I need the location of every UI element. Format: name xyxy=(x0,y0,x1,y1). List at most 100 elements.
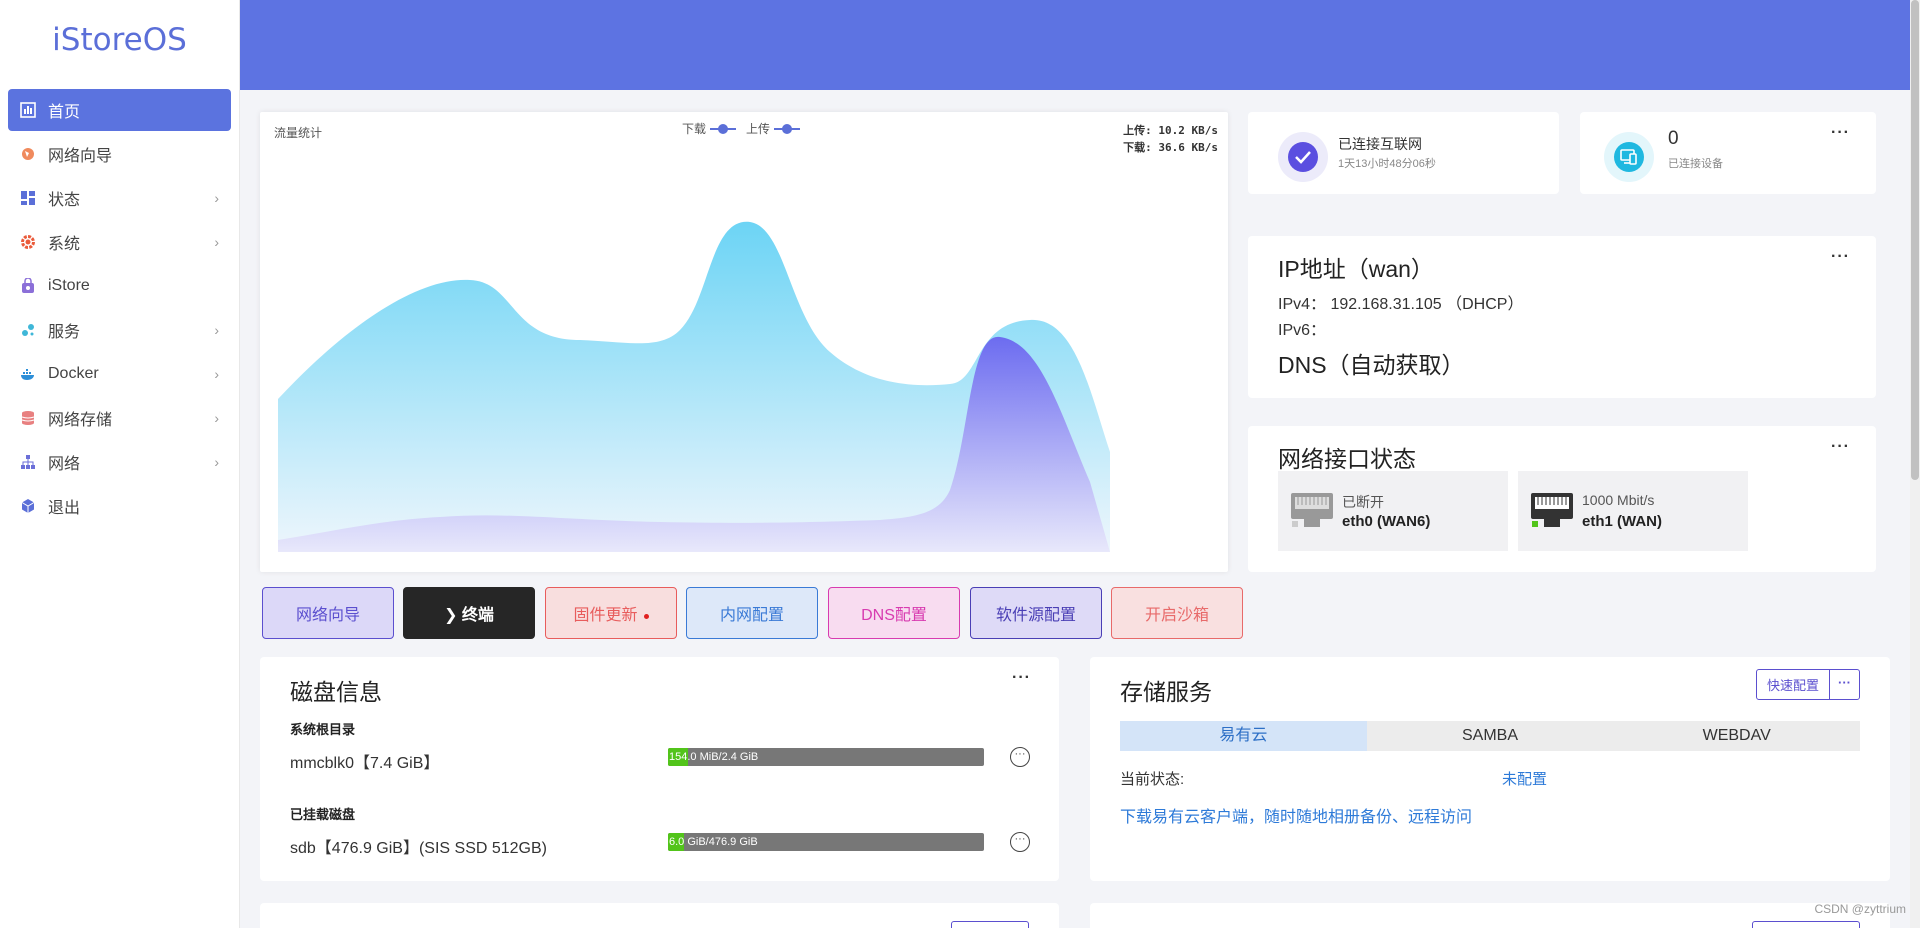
connected-icon xyxy=(1278,132,1328,182)
tab-samba[interactable]: SAMBA xyxy=(1367,721,1614,751)
firmware-update-label: 固件更新 xyxy=(573,607,638,624)
chevron-right-icon: › xyxy=(214,454,219,470)
port-eth1[interactable]: 1000 Mbit/s eth1 (WAN) xyxy=(1518,471,1748,551)
header-banner xyxy=(240,0,1910,90)
tab-yiyouyun[interactable]: 易有云 xyxy=(1120,721,1367,751)
globe-icon xyxy=(20,146,36,162)
sidebar-item-home[interactable]: 首页 xyxy=(8,89,231,131)
device-count: 0 xyxy=(1668,128,1679,149)
legend-swatch xyxy=(774,123,801,134)
root-action-button[interactable]: ··· xyxy=(1010,747,1030,767)
sidebar-item-system[interactable]: 系统 › xyxy=(8,221,231,263)
device-label: 已连接设备 xyxy=(1668,158,1723,170)
sidebar-item-services[interactable]: 服务 › xyxy=(8,309,231,351)
network-icon xyxy=(20,454,36,470)
root-usage-bar: 154.0 MiB/2.4 GiB xyxy=(668,748,984,766)
wizard-button[interactable]: 网络向导 xyxy=(262,587,394,639)
sidebar-item-label: 首页 xyxy=(48,104,81,121)
devices-card: 0 已连接设备 ··· xyxy=(1580,112,1876,194)
bottom-left-button[interactable] xyxy=(951,921,1029,928)
chevron-right-icon: › xyxy=(214,234,219,250)
software-source-button[interactable]: 软件源配置 xyxy=(970,587,1102,639)
sidebar-item-label: 服务 xyxy=(48,324,81,341)
sidebar-item-label: 状态 xyxy=(48,192,81,209)
mounted-disk-name: sdb【476.9 GiB】(SIS SSD 512GB) xyxy=(290,840,548,857)
disk-info-card: 磁盘信息 ··· 系统根目录 mmcblk0【7.4 GiB】 154.0 Mi… xyxy=(260,657,1059,881)
port-status: 1000 Mbit/s xyxy=(1582,492,1655,508)
download-rate: 下载: 36.6 KB/s xyxy=(1123,141,1218,154)
sidebar-menu: 首页 网络向导 状态 › 系统 › iStore 服务 › Docker › 网… xyxy=(0,80,239,538)
bottom-right-button[interactable] xyxy=(1752,921,1860,928)
disk-title: 磁盘信息 xyxy=(290,679,382,705)
sandbox-button[interactable]: 开启沙箱 xyxy=(1111,587,1243,639)
storage-service-card: 存储服务 快速配置 ··· 易有云 SAMBA WEBDAV 当前状态: 未配置… xyxy=(1090,657,1890,881)
page-scrollbar[interactable] xyxy=(1910,0,1920,928)
sidebar-item-docker[interactable]: Docker › xyxy=(8,353,231,395)
store-icon xyxy=(20,278,36,294)
storage-more-button[interactable]: ··· xyxy=(1830,670,1859,699)
dns-config-button[interactable]: DNS配置 xyxy=(828,587,960,639)
port-name: eth1 (WAN) xyxy=(1582,513,1662,530)
legend-swatch xyxy=(710,123,737,134)
sidebar-item-label: 网络向导 xyxy=(48,148,113,165)
legend-upload-label: 上传 xyxy=(746,122,771,136)
ip-more-button[interactable]: ··· xyxy=(1831,248,1850,266)
dns-text: DNS（自动获取） xyxy=(1278,352,1465,378)
upload-rate: 上传: 10.2 KB/s xyxy=(1123,124,1218,137)
chevron-right-icon: › xyxy=(214,410,219,426)
mounted-action-button[interactable]: ··· xyxy=(1010,832,1030,852)
devices-more-button[interactable]: ··· xyxy=(1831,124,1850,142)
gear-icon xyxy=(20,234,36,250)
legend-download-label: 下载 xyxy=(682,122,707,136)
sidebar-item-label: Docker xyxy=(48,365,99,382)
root-disk-name: mmcblk0【7.4 GiB】 xyxy=(290,755,440,772)
status-label: 当前状态: xyxy=(1120,771,1185,788)
devices-icon xyxy=(1604,132,1654,182)
sidebar-item-status[interactable]: 状态 › xyxy=(8,177,231,219)
chart-title: 流量统计 xyxy=(274,126,323,140)
bottom-card-left xyxy=(260,903,1059,928)
brand-logo[interactable]: iStoreOS xyxy=(0,0,239,80)
storage-action-group: 快速配置 ··· xyxy=(1755,669,1860,700)
sidebar-item-nas[interactable]: 网络存储 › xyxy=(8,397,231,439)
net-status-title: 网络接口状态 xyxy=(1278,446,1416,472)
sidebar-item-label: iStore xyxy=(48,277,90,294)
root-label: 系统根目录 xyxy=(290,722,356,737)
sidebar-item-label: 网络存储 xyxy=(48,412,113,429)
sidebar-item-label: 系统 xyxy=(48,236,81,253)
watermark: CSDN @zyttrium xyxy=(1814,902,1906,916)
sidebar-item-logout[interactable]: 退出 xyxy=(8,485,231,527)
grid-icon xyxy=(20,190,36,206)
sidebar-item-wizard[interactable]: 网络向导 xyxy=(8,133,231,175)
sidebar-item-label: 网络 xyxy=(48,456,81,473)
internet-status-text: 已连接互联网 xyxy=(1338,136,1422,152)
status-value-link[interactable]: 未配置 xyxy=(1502,768,1547,789)
quick-config-button[interactable]: 快速配置 xyxy=(1757,670,1830,699)
ipv6-text: IPv6： xyxy=(1278,322,1327,339)
lan-config-button[interactable]: 内网配置 xyxy=(686,587,818,639)
scrollbar-thumb[interactable] xyxy=(1911,0,1919,480)
port-eth0[interactable]: 已断开 eth0 (WAN6) xyxy=(1278,471,1508,551)
mounted-label: 已挂载磁盘 xyxy=(290,807,356,822)
traffic-chart xyxy=(278,221,1110,553)
chart-legend: 下载 上传 xyxy=(682,120,801,137)
legend-download[interactable]: 下载 xyxy=(682,120,737,137)
port-name: eth0 (WAN6) xyxy=(1342,513,1431,530)
ipv4-text: IPv4： 192.168.31.105 （DHCP） xyxy=(1278,296,1524,313)
net-more-button[interactable]: ··· xyxy=(1831,438,1850,456)
rate-readout: 上传: 10.2 KB/s 下载: 36.6 KB/s xyxy=(1123,122,1218,156)
sidebar-item-istore[interactable]: iStore xyxy=(8,265,231,307)
download-client-link[interactable]: 下载易有云客户端，随时随地相册备份、远程访问 xyxy=(1120,803,1472,827)
traffic-chart-card: 流量统计 下载 上传 上传: 10.2 KB/s 下载: 36.6 KB/s xyxy=(260,112,1228,572)
firmware-update-button[interactable]: 固件更新 xyxy=(545,587,677,639)
logout-icon xyxy=(20,498,36,514)
storage-icon xyxy=(20,410,36,426)
mounted-usage-text: 6.0 GiB/476.9 GiB xyxy=(669,836,758,848)
internet-status-card: 已连接互联网 1天13小时48分06秒 xyxy=(1248,112,1559,194)
terminal-button[interactable]: ❯ 终端 xyxy=(403,587,535,639)
chevron-right-icon: › xyxy=(214,322,219,338)
tab-webdav[interactable]: WEBDAV xyxy=(1613,721,1860,751)
disk-more-button[interactable]: ··· xyxy=(1012,669,1031,687)
sidebar-item-network[interactable]: 网络 › xyxy=(8,441,231,483)
legend-upload[interactable]: 上传 xyxy=(746,120,801,137)
